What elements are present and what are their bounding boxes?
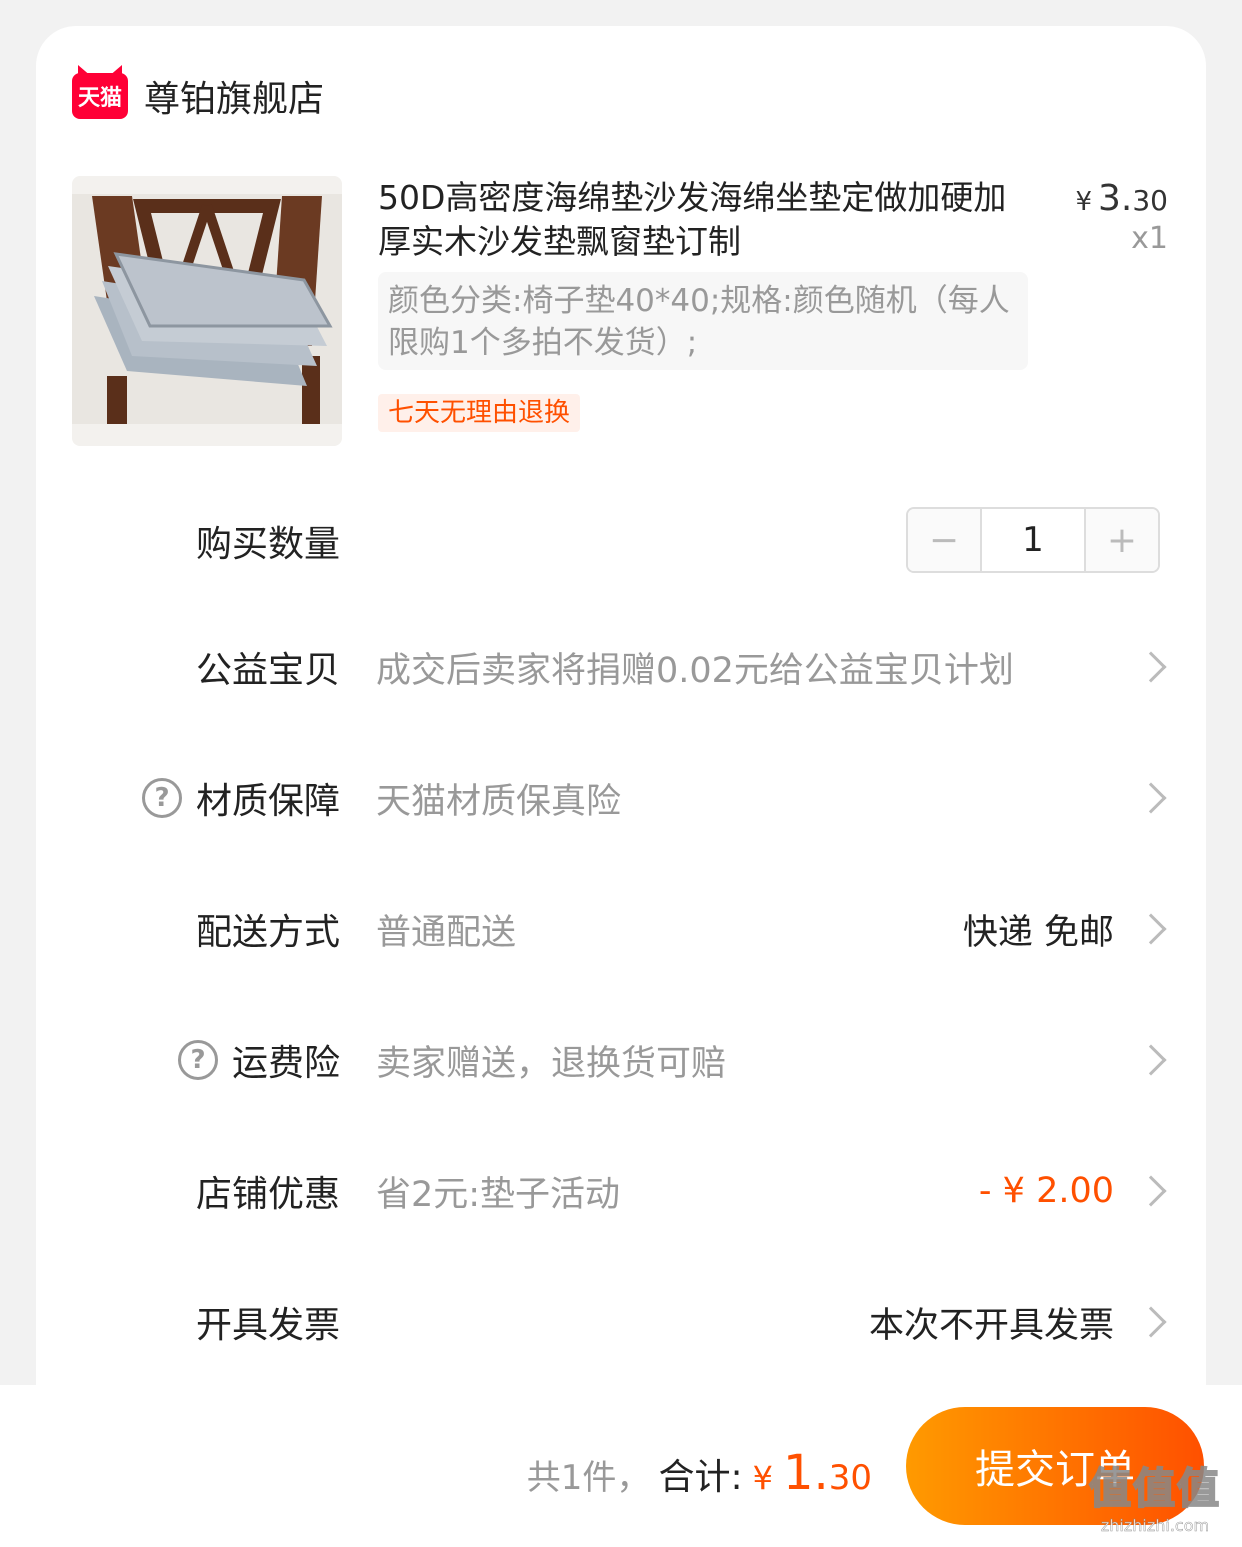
price-int: 3. <box>1098 178 1133 219</box>
discount-amount: - ¥ 2.00 <box>978 1171 1114 1211</box>
shop-discount-label: 店铺优惠 <box>195 1174 340 1215</box>
price-cents: 30 <box>1132 184 1168 217</box>
chair-cushion-image <box>72 194 342 424</box>
invoice-value: 本次不开具发票 <box>868 1305 1114 1346</box>
shop-discount-value: 省2元:垫子活动 <box>376 1174 621 1215</box>
freight-insurance-value: 卖家赠送，退换货可赔 <box>376 1043 727 1084</box>
material-value: 天猫材质保真险 <box>376 781 622 822</box>
order-summary: 共1件， 合计: ¥ 1. 30 <box>527 1445 872 1501</box>
watermark-url: zhizhizhi.com <box>1100 1516 1210 1536</box>
chevron-right-icon[interactable] <box>1135 1044 1167 1076</box>
chevron-right-icon[interactable] <box>1135 1306 1167 1338</box>
help-icon[interactable]: ? <box>141 778 182 818</box>
sku-info[interactable]: 颜色分类:椅子垫40*40;规格:颜色随机（每人限购1个多拍不发货）; <box>378 272 1028 370</box>
shop-name[interactable]: 尊铂旗舰店 <box>144 70 324 122</box>
material-guarantee-row[interactable]: ? 材质保障 天猫材质保真险 <box>36 768 1206 828</box>
delivery-label: 配送方式 <box>195 912 340 953</box>
invoice-label: 开具发票 <box>195 1305 340 1346</box>
total-label: 合计: <box>658 1457 743 1498</box>
quantity-input[interactable]: 1 <box>980 509 1086 571</box>
quantity-stepper[interactable]: − 1 + <box>906 507 1160 573</box>
delivery-row[interactable]: 配送方式 普通配送 快递 免邮 <box>36 899 1206 959</box>
return-policy-badge: 七天无理由退换 <box>378 394 581 432</box>
total-amount-cents: 30 <box>828 1458 872 1498</box>
chevron-right-icon[interactable] <box>1135 782 1167 814</box>
product-quantity: x1 <box>1131 221 1168 256</box>
watermark-logo: 值值值 zhizhizhi.com <box>1080 1455 1230 1535</box>
help-icon[interactable]: ? <box>177 1040 218 1080</box>
material-label: 材质保障 <box>195 781 340 822</box>
decrease-button[interactable]: − <box>908 509 980 571</box>
delivery-value: 普通配送 <box>376 912 517 953</box>
delivery-method: 快递 免邮 <box>962 912 1114 953</box>
quantity-row: 购买数量 − 1 + <box>36 507 1206 573</box>
chevron-right-icon[interactable] <box>1135 1175 1167 1207</box>
chevron-right-icon[interactable] <box>1135 651 1167 683</box>
quantity-label: 购买数量 <box>195 524 340 565</box>
freight-insurance-row[interactable]: ? 运费险 卖家赠送，退换货可赔 <box>36 1030 1206 1090</box>
item-count: 共1件， <box>526 1458 651 1498</box>
chevron-right-icon[interactable] <box>1135 913 1167 945</box>
product-title[interactable]: 50D高密度海绵垫沙发海绵坐垫定做加硬加厚实木沙发垫飘窗垫订制 <box>378 176 1018 264</box>
freight-insurance-label: 运费险 <box>231 1043 340 1084</box>
product-price: ¥3.30 x1 <box>1075 178 1168 256</box>
price-currency: ¥ <box>1075 187 1092 217</box>
charity-label: 公益宝贝 <box>195 650 340 691</box>
charity-value: 成交后卖家将捐赠0.02元给公益宝贝计划 <box>376 650 1014 691</box>
checkout-footer: 共1件， 合计: ¥ 1. 30 提交订单 <box>0 1385 1242 1547</box>
increase-button[interactable]: + <box>1086 509 1158 571</box>
shop-header[interactable]: 天猫 尊铂旗舰店 <box>72 70 324 122</box>
invoice-row[interactable]: 开具发票 本次不开具发票 <box>36 1292 1206 1352</box>
charity-row[interactable]: 公益宝贝 成交后卖家将捐赠0.02元给公益宝贝计划 <box>36 637 1206 697</box>
tmall-logo-icon: 天猫 <box>72 73 128 119</box>
product-image[interactable] <box>72 176 342 446</box>
shop-discount-row[interactable]: 店铺优惠 省2元:垫子活动 - ¥ 2.00 <box>36 1161 1206 1221</box>
watermark-text: 值值值 <box>1088 1463 1221 1514</box>
total-amount-int: 1. <box>782 1445 829 1501</box>
total-currency: ¥ <box>752 1459 773 1497</box>
